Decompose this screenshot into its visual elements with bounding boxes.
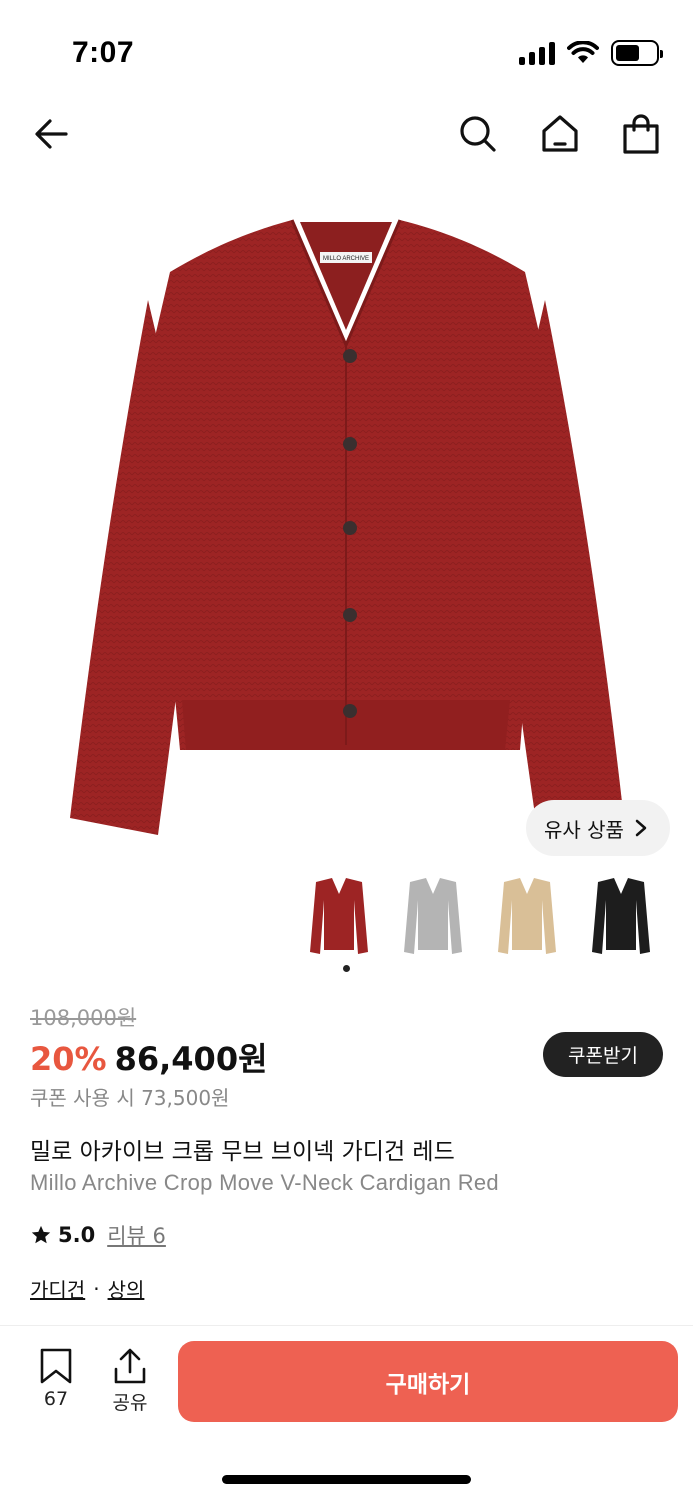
battery-icon — [611, 40, 663, 66]
brand-tag: MILLO ARCHIVE — [323, 256, 369, 262]
coupon-price: 쿠폰 사용 시 73,500원 — [30, 1086, 230, 1110]
arrow-left-icon[interactable] — [30, 112, 74, 156]
thumbnail-black[interactable] — [584, 872, 658, 962]
discount-rate: 20% — [30, 1040, 107, 1078]
rating-row: 5.0 리뷰 6 — [30, 1220, 166, 1250]
product-name-korean: 밀로 아카이브 크롭 무브 브이넥 가디건 레드 — [30, 1139, 455, 1165]
bookmark-button[interactable]: 67 — [30, 1348, 82, 1410]
cellular-signal-icon — [519, 41, 555, 65]
similar-products-button[interactable]: 유사 상품 — [526, 800, 670, 856]
similar-products-label: 유사 상품 — [544, 817, 624, 842]
thumbnail-red[interactable] — [302, 872, 376, 962]
category-link-top[interactable]: 상의 — [108, 1274, 145, 1303]
original-price: 108,000원 — [30, 1006, 137, 1030]
bookmark-icon — [40, 1348, 72, 1384]
buy-button[interactable]: 구매하기 — [178, 1341, 678, 1422]
product-name-english: Millo Archive Crop Move V-Neck Cardigan … — [30, 1170, 499, 1195]
thumbnail-indicator-dot — [343, 965, 350, 972]
wifi-icon — [567, 41, 599, 63]
category-separator: · — [93, 1276, 100, 1301]
home-icon[interactable] — [538, 112, 582, 156]
status-bar: 7:07 — [0, 0, 693, 100]
nav-bar — [0, 100, 693, 170]
chevron-right-icon — [635, 819, 647, 837]
price-row: 20% 86,400원 — [30, 1034, 268, 1080]
home-indicator — [222, 1475, 471, 1484]
final-price: 86,400원 — [114, 1040, 268, 1078]
shopping-bag-icon[interactable] — [619, 112, 663, 156]
product-main-image[interactable]: MILLO ARCHIVE — [0, 190, 693, 850]
status-time: 7:07 — [72, 36, 135, 69]
share-icon — [114, 1348, 146, 1384]
bookmark-count: 67 — [43, 1388, 69, 1410]
search-icon[interactable] — [456, 112, 500, 156]
get-coupon-button[interactable]: 쿠폰받기 — [543, 1032, 663, 1077]
share-label: 공유 — [112, 1392, 148, 1414]
star-icon — [31, 1225, 51, 1244]
thumbnail-beige[interactable] — [490, 872, 564, 962]
share-button[interactable]: 공유 — [104, 1348, 156, 1415]
category-breadcrumb: 가디건 · 상의 — [30, 1274, 144, 1303]
status-icons — [519, 40, 663, 66]
color-thumbnails — [302, 872, 658, 962]
rating-value: 5.0 — [58, 1223, 96, 1247]
bottom-divider — [0, 1325, 693, 1326]
review-link[interactable]: 리뷰 6 — [107, 1220, 166, 1250]
thumbnail-gray[interactable] — [396, 872, 470, 962]
category-link-cardigan[interactable]: 가디건 — [30, 1274, 85, 1303]
